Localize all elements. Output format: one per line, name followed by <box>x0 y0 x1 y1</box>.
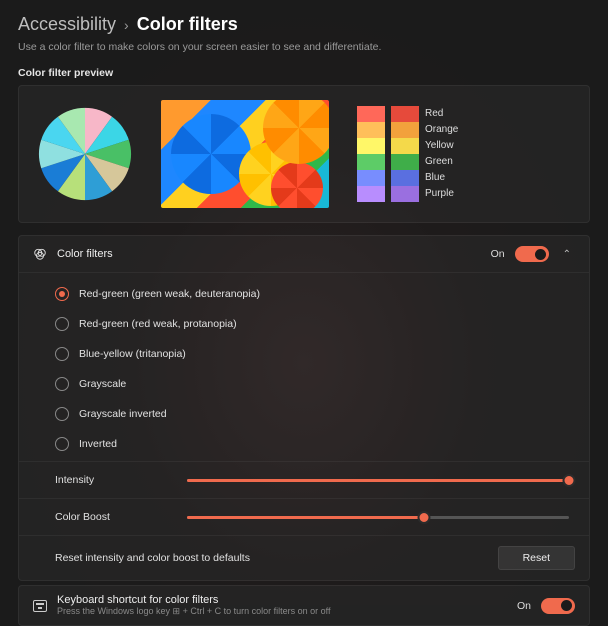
keyboard-shortcut-title: Keyboard shortcut for color filters <box>57 594 331 606</box>
radio-icon <box>55 317 69 331</box>
swatch <box>391 138 419 154</box>
filter-option-label: Inverted <box>79 438 117 450</box>
swatch <box>357 186 385 202</box>
intensity-row: Intensity <box>19 461 589 498</box>
radio-icon <box>55 287 69 301</box>
chevron-up-icon[interactable]: ⌃ <box>559 247 575 262</box>
keyboard-shortcut-toggle[interactable] <box>541 598 575 614</box>
color-filter-preview: RedOrangeYellowGreenBluePurple <box>18 85 590 223</box>
pie-chart-preview <box>37 106 133 202</box>
filter-options-group: Red-green (green weak, deuteranopia) Red-… <box>19 272 589 461</box>
filter-option-label: Red-green (green weak, deuteranopia) <box>79 288 260 300</box>
swatch-label: Yellow <box>425 138 458 154</box>
color-boost-label: Color Boost <box>55 511 175 523</box>
radio-icon <box>55 347 69 361</box>
swatch <box>357 106 385 122</box>
reset-row: Reset intensity and color boost to defau… <box>19 535 589 580</box>
swatch <box>391 186 419 202</box>
filter-option[interactable]: Red-green (green weak, deuteranopia) <box>19 279 589 309</box>
keyboard-shortcut-card[interactable]: Keyboard shortcut for color filters Pres… <box>18 585 590 626</box>
swatch <box>357 170 385 186</box>
swatch-label: Green <box>425 154 458 170</box>
color-palette-preview: RedOrangeYellowGreenBluePurple <box>357 106 458 202</box>
keyboard-shortcut-state: On <box>517 600 531 612</box>
intensity-slider[interactable] <box>187 479 569 482</box>
breadcrumb: Accessibility › Color filters <box>18 14 590 35</box>
filter-option-label: Grayscale <box>79 378 126 390</box>
color-filter-icon <box>33 247 47 261</box>
color-filters-card: Color filters On ⌃ Red-green (green weak… <box>18 235 590 581</box>
swatch-label: Red <box>425 106 458 122</box>
breadcrumb-parent[interactable]: Accessibility <box>18 14 116 35</box>
preview-label: Color filter preview <box>18 67 590 79</box>
filter-option-label: Grayscale inverted <box>79 408 167 420</box>
swatch-label: Purple <box>425 186 458 202</box>
swatch <box>357 122 385 138</box>
page-title: Color filters <box>137 14 238 35</box>
swatch <box>391 122 419 138</box>
color-filters-toggle[interactable] <box>515 246 549 262</box>
radio-icon <box>55 437 69 451</box>
swatch <box>357 154 385 170</box>
umbrella-photo-preview <box>161 100 329 208</box>
swatch <box>357 138 385 154</box>
reset-label: Reset intensity and color boost to defau… <box>55 552 250 564</box>
color-boost-row: Color Boost <box>19 498 589 535</box>
keyboard-shortcut-desc: Press the Windows logo key ⊞ + Ctrl + C … <box>57 606 331 617</box>
page-subtitle: Use a color filter to make colors on you… <box>18 41 590 53</box>
radio-icon <box>55 377 69 391</box>
color-boost-slider[interactable] <box>187 516 569 519</box>
intensity-label: Intensity <box>55 474 175 486</box>
swatch <box>391 106 419 122</box>
filter-option-label: Red-green (red weak, protanopia) <box>79 318 237 330</box>
color-filters-header[interactable]: Color filters On ⌃ <box>19 236 589 272</box>
filter-option[interactable]: Blue-yellow (tritanopia) <box>19 339 589 369</box>
keyboard-icon <box>33 599 47 613</box>
color-filters-state: On <box>491 248 505 260</box>
filter-option[interactable]: Grayscale inverted <box>19 399 589 429</box>
filter-option-label: Blue-yellow (tritanopia) <box>79 348 186 360</box>
filter-option[interactable]: Red-green (red weak, protanopia) <box>19 309 589 339</box>
radio-icon <box>55 407 69 421</box>
filter-option[interactable]: Inverted <box>19 429 589 459</box>
filter-option[interactable]: Grayscale <box>19 369 589 399</box>
swatch-label: Orange <box>425 122 458 138</box>
reset-button[interactable]: Reset <box>498 546 575 570</box>
swatch <box>391 154 419 170</box>
color-filters-title: Color filters <box>57 248 113 260</box>
swatch <box>391 170 419 186</box>
chevron-right-icon: › <box>124 17 129 33</box>
swatch-label: Blue <box>425 170 458 186</box>
